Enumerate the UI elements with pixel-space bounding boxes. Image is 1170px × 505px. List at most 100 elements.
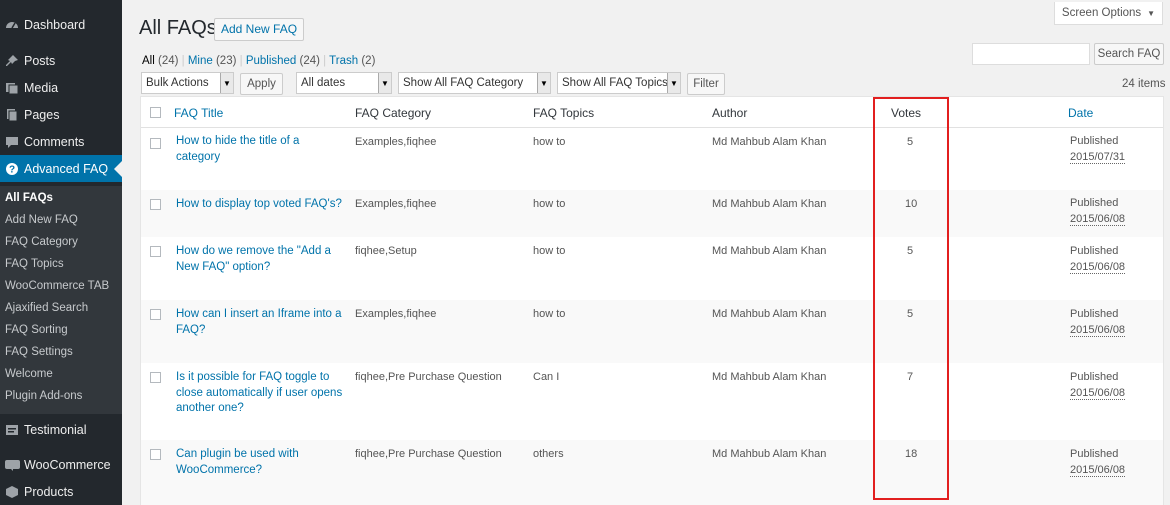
- date-cell: Published 2015/06/08: [1070, 197, 1126, 226]
- chevron-down-icon: ▼: [667, 73, 680, 93]
- faq-topics-cell: Can I: [533, 371, 560, 383]
- faq-category-select[interactable]: Show All FAQ Category ▼: [398, 72, 551, 94]
- submenu-item[interactable]: Welcome: [5, 368, 53, 380]
- media-icon: [0, 81, 24, 95]
- row-checkbox[interactable]: [150, 372, 161, 383]
- faq-category-cell: Examples,fiqhee: [355, 136, 437, 148]
- date-cell: Published 2015/06/08: [1070, 308, 1126, 337]
- chevron-down-icon: ▼: [537, 73, 550, 93]
- woocommerce-icon: [0, 459, 24, 471]
- svg-text:?: ?: [9, 164, 15, 175]
- select-value: All dates: [301, 77, 346, 89]
- faq-title-link[interactable]: Can plugin be used with WooCommerce?: [176, 447, 299, 478]
- row-checkbox[interactable]: [150, 138, 161, 149]
- author-cell: Md Mahbub Alam Khan: [712, 371, 827, 383]
- date-cell: Published 2015/06/08: [1070, 448, 1126, 477]
- votes-cell: 5: [907, 245, 914, 257]
- submenu-item[interactable]: FAQ Category: [5, 236, 78, 248]
- table-row: How can I insert an Iframe into a FAQ? Ex…: [141, 300, 1163, 363]
- menu-comments[interactable]: Comments: [0, 128, 122, 155]
- view-count: (24): [299, 55, 320, 67]
- table-header: FAQ Title FAQ Category FAQ Topics Author…: [141, 97, 1163, 128]
- bulk-actions-select[interactable]: Bulk Actions ▼: [141, 72, 234, 94]
- products-icon: [0, 485, 24, 499]
- faq-category-cell: Examples,fiqhee: [355, 308, 437, 320]
- menu-testimonial[interactable]: Testimonial: [0, 416, 122, 443]
- submenu-item[interactable]: All FAQs: [5, 192, 53, 204]
- votes-cell: 7: [907, 371, 914, 383]
- faq-title-link[interactable]: Is it possible for FAQ toggle to close au…: [176, 370, 342, 417]
- faq-topics-cell: how to: [533, 136, 566, 148]
- row-checkbox[interactable]: [150, 449, 161, 460]
- menu-media[interactable]: Media: [0, 74, 122, 101]
- screen-options-label: Screen Options: [1061, 7, 1142, 19]
- votes-cell: 5: [907, 136, 914, 148]
- faq-topics-cell: others: [533, 448, 564, 460]
- row-checkbox[interactable]: [150, 309, 161, 320]
- chevron-down-icon: ▼: [378, 73, 391, 93]
- add-new-faq-button[interactable]: Add New FAQ: [214, 18, 305, 41]
- caret-down-icon: ▼: [1147, 8, 1156, 18]
- table-row: Can plugin be used with WooCommerce? fiqh…: [141, 440, 1163, 505]
- menu-woocommerce[interactable]: WooCommerce: [0, 451, 122, 478]
- view-all-link[interactable]: All: [142, 55, 155, 67]
- submenu-item[interactable]: WooCommerce TAB: [5, 280, 109, 292]
- submenu-item[interactable]: FAQ Settings: [5, 346, 73, 358]
- date-cell: Published 2015/06/08: [1070, 245, 1126, 274]
- select-value: Show All FAQ Category: [403, 77, 524, 89]
- faq-title-link[interactable]: How to hide the title of a category: [176, 134, 299, 165]
- column-date[interactable]: Date: [1068, 106, 1093, 120]
- testimonial-icon: [0, 423, 24, 437]
- menu-label: Products: [24, 484, 74, 499]
- author-cell: Md Mahbub Alam Khan: [712, 136, 827, 148]
- filter-button[interactable]: Filter: [687, 73, 725, 95]
- view-published-link[interactable]: Published: [246, 55, 297, 67]
- submenu-item[interactable]: Add New FAQ: [5, 214, 78, 226]
- view-count: (23): [215, 55, 237, 67]
- faq-title-link[interactable]: How do we remove the "Add a New FAQ" opti…: [176, 244, 331, 275]
- view-count: (24): [157, 55, 179, 67]
- faq-category-cell: fiqhee,Setup: [355, 245, 417, 257]
- view-trash-link[interactable]: Trash: [329, 55, 358, 67]
- pin-icon: [0, 54, 24, 68]
- faq-title-link[interactable]: How to display top voted FAQ's?: [176, 197, 342, 213]
- menu-products[interactable]: Products: [0, 478, 122, 505]
- column-faq-title[interactable]: FAQ Title: [174, 106, 223, 120]
- view-mine-link[interactable]: Mine: [188, 55, 213, 67]
- table-row: How to display top voted FAQ's? Examples…: [141, 190, 1163, 237]
- submenu-item[interactable]: Ajaxified Search: [5, 302, 88, 314]
- faq-topics-cell: how to: [533, 308, 566, 320]
- submenu-item[interactable]: FAQ Topics: [5, 258, 64, 270]
- faq-title-link[interactable]: How can I insert an Iframe into a FAQ?: [176, 307, 342, 338]
- row-checkbox[interactable]: [150, 199, 161, 210]
- dates-select[interactable]: All dates ▼: [296, 72, 392, 94]
- search-faq-button[interactable]: Search FAQ: [1094, 43, 1164, 65]
- faq-topics-select[interactable]: Show All FAQ Topics ▼: [557, 72, 681, 94]
- select-all-checkbox[interactable]: [150, 107, 161, 118]
- menu-pages[interactable]: Pages: [0, 101, 122, 128]
- pages-icon: [0, 108, 24, 122]
- table-row: How do we remove the "Add a New FAQ" opti…: [141, 237, 1163, 300]
- apply-button[interactable]: Apply: [240, 73, 283, 95]
- help-icon: ?: [0, 162, 24, 176]
- submenu-item[interactable]: Plugin Add-ons: [5, 390, 82, 402]
- menu-posts[interactable]: Posts: [0, 47, 122, 74]
- menu-advanced-faq[interactable]: ? Advanced FAQ: [0, 155, 122, 182]
- votes-cell: 5: [907, 308, 914, 320]
- menu-label: Pages: [24, 107, 60, 122]
- dashboard-icon: [0, 18, 24, 32]
- votes-cell: 10: [905, 198, 918, 210]
- date-cell: Published 2015/07/31: [1070, 135, 1126, 164]
- submenu-item[interactable]: FAQ Sorting: [5, 324, 68, 336]
- chevron-down-icon: ▼: [220, 73, 233, 93]
- comments-icon: [0, 135, 24, 149]
- faq-category-cell: Examples,fiqhee: [355, 198, 437, 210]
- screen-options-button[interactable]: Screen Options ▼: [1054, 2, 1163, 25]
- faq-table: FAQ Title FAQ Category FAQ Topics Author…: [140, 96, 1164, 505]
- select-value: Show All FAQ Topics: [562, 77, 667, 89]
- row-checkbox[interactable]: [150, 246, 161, 257]
- search-input[interactable]: [972, 43, 1090, 65]
- menu-dashboard[interactable]: Dashboard: [0, 11, 122, 38]
- main-content: Screen Options ▼ All FAQs Add New FAQ Al…: [122, 0, 1170, 505]
- votes-cell: 18: [905, 448, 918, 460]
